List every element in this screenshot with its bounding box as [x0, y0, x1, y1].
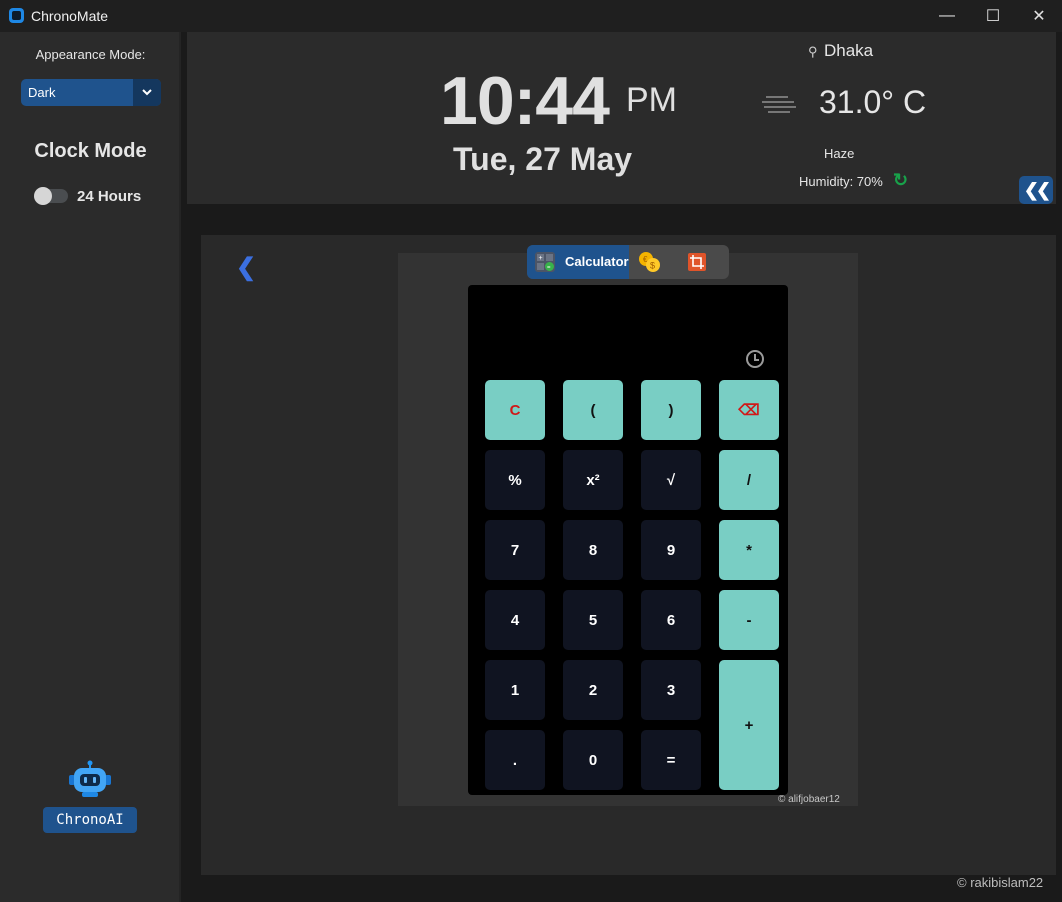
appearance-mode-dropdown[interactable]: Dark — [21, 79, 161, 106]
key-7[interactable]: 7 — [485, 520, 545, 580]
chronoai-button[interactable]: ChronoAI — [43, 807, 137, 833]
key-3[interactable]: 3 — [641, 660, 701, 720]
key-5[interactable]: 5 — [563, 590, 623, 650]
key-clear[interactable]: C — [485, 380, 545, 440]
calculator-icon: + = — [535, 252, 555, 272]
key-8[interactable]: 8 — [563, 520, 623, 580]
chevron-down-icon[interactable] — [133, 79, 161, 106]
collapse-button[interactable]: ❮❮ — [1019, 176, 1053, 204]
key-open-paren[interactable]: ( — [563, 380, 623, 440]
title-bar: ChronoMate — ☐ ✕ — [0, 0, 1062, 32]
refresh-icon[interactable]: ↻ — [893, 170, 908, 191]
clock-date: Tue, 27 May — [453, 141, 633, 177]
key-1[interactable]: 1 — [485, 660, 545, 720]
svg-text:+: + — [539, 255, 543, 262]
key-equals[interactable]: = — [641, 730, 701, 790]
key-multiply[interactable]: * — [719, 520, 779, 580]
backspace-icon[interactable]: ⌫ — [719, 380, 779, 440]
key-sqrt[interactable]: √ — [641, 450, 701, 510]
weather-city: Dhaka — [824, 41, 874, 60]
svg-text:=: = — [547, 265, 551, 271]
tool-tabbar: + = Calculator € $ — [527, 245, 729, 279]
weather-temperature: 31.0° C — [819, 84, 927, 120]
key-2[interactable]: 2 — [563, 660, 623, 720]
calculator-credit: © alifjobaer12 — [778, 794, 840, 805]
hour-format-switch[interactable] — [34, 187, 68, 205]
footer-credit: © rakibislam22 — [957, 875, 1044, 890]
close-button[interactable]: ✕ — [1016, 0, 1062, 32]
hour-format-label: 24 Hours — [77, 188, 142, 205]
haze-icon — [762, 96, 796, 113]
tab-calculator-label: Calculator — [565, 254, 629, 269]
app-logo-icon — [9, 8, 24, 23]
key-square[interactable]: x² — [563, 450, 623, 510]
sidebar: Appearance Mode: Dark Clock Mode 24 Hour… — [0, 32, 181, 902]
coins-icon[interactable]: € $ — [638, 251, 662, 273]
history-icon[interactable] — [746, 350, 764, 368]
svg-text:$: $ — [650, 261, 655, 271]
key-minus[interactable]: - — [719, 590, 779, 650]
key-dot[interactable]: . — [485, 730, 545, 790]
maximize-button[interactable]: ☐ — [970, 0, 1016, 32]
key-6[interactable]: 6 — [641, 590, 701, 650]
key-0[interactable]: 0 — [563, 730, 623, 790]
key-percent[interactable]: % — [485, 450, 545, 510]
clock-time: 10:44 — [440, 63, 610, 139]
key-plus[interactable]: + — [719, 660, 779, 790]
key-close-paren[interactable]: ) — [641, 380, 701, 440]
appearance-mode-label: Appearance Mode: — [35, 47, 146, 62]
window-title: ChronoMate — [31, 8, 109, 24]
crop-icon[interactable] — [688, 253, 706, 271]
key-divide[interactable]: / — [719, 450, 779, 510]
minimize-button[interactable]: — — [924, 0, 970, 32]
weather-humidity: Humidity: 70% — [799, 174, 883, 189]
robot-icon[interactable] — [66, 760, 114, 800]
key-4[interactable]: 4 — [485, 590, 545, 650]
clock-mode-title: Clock Mode — [34, 140, 147, 162]
key-9[interactable]: 9 — [641, 520, 701, 580]
weather-condition: Haze — [824, 146, 855, 161]
back-arrow-icon[interactable]: ❮ — [236, 253, 256, 282]
switch-knob[interactable] — [34, 187, 52, 205]
location-pin-icon: ⚲ — [808, 44, 818, 59]
clock-ampm: PM — [626, 81, 677, 119]
tab-calculator[interactable]: + = Calculator — [527, 245, 629, 279]
appearance-mode-value: Dark — [28, 85, 56, 100]
